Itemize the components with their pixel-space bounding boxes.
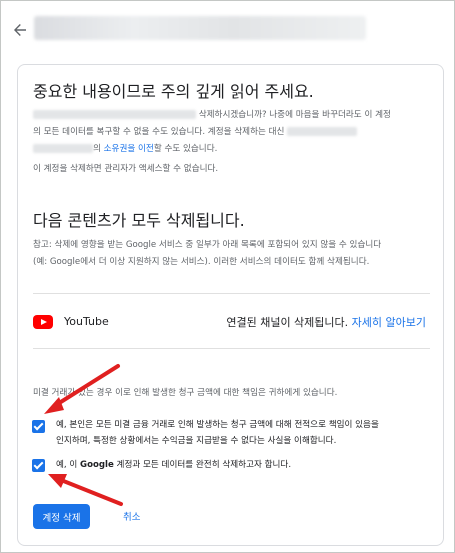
blurred-account-email: [33, 110, 196, 119]
blurred-org-name: [287, 127, 358, 136]
deleted-content-title: 다음 콘텐츠가 모두 삭제됩니다.: [33, 211, 245, 230]
blurred-product-name: [33, 144, 93, 153]
blurred-account-title: [34, 16, 366, 40]
top-bar: [1, 1, 454, 57]
confirm-delete-checkbox[interactable]: [32, 459, 45, 472]
divider: [33, 348, 430, 349]
notice-title: 중요한 내용이므로 주의 깊게 읽어 주세요.: [33, 82, 314, 101]
youtube-icon: [33, 315, 53, 329]
transfer-ownership-link[interactable]: 소유권을 이전: [104, 144, 154, 154]
admin-note: 이 계정을 삭제하면 관리자가 액세스할 수 없습니다.: [33, 164, 219, 174]
service-status: 연결된 채널이 삭제됩니다. 자세히 알아보기: [226, 316, 426, 329]
transaction-warning: 미결 거래가 있는 경우 이로 인해 발생한 청구 금액에 대한 책임은 귀하에…: [33, 388, 338, 398]
arrow-left-icon[interactable]: [12, 22, 28, 38]
learn-more-link[interactable]: 자세히 알아보기: [352, 316, 426, 329]
divider: [33, 293, 430, 294]
confirm-charges-label[interactable]: 예, 본인은 모든 미결 금융 거래로 인해 발생하는 청구 금액에 대해 전적…: [56, 417, 379, 449]
service-name-youtube: YouTube: [64, 315, 109, 328]
reference-paragraph: 참고: 삭제에 영향을 받는 Google 서비스 중 일부가 아래 목록에 포…: [33, 240, 382, 267]
cancel-button[interactable]: 취소: [123, 509, 140, 523]
confirm-delete-label[interactable]: 예, 이 Google 계정과 모든 데이터를 완전히 삭제하고자 합니다.: [56, 457, 291, 473]
confirm-charges-checkbox[interactable]: [32, 420, 45, 433]
notice-paragraph: 삭제하시겠습니까? 나중에 마음을 바꾸더라도 이 계정 의 모든 데이터를 복…: [33, 110, 391, 154]
delete-account-button[interactable]: 계정 삭제: [33, 504, 90, 529]
